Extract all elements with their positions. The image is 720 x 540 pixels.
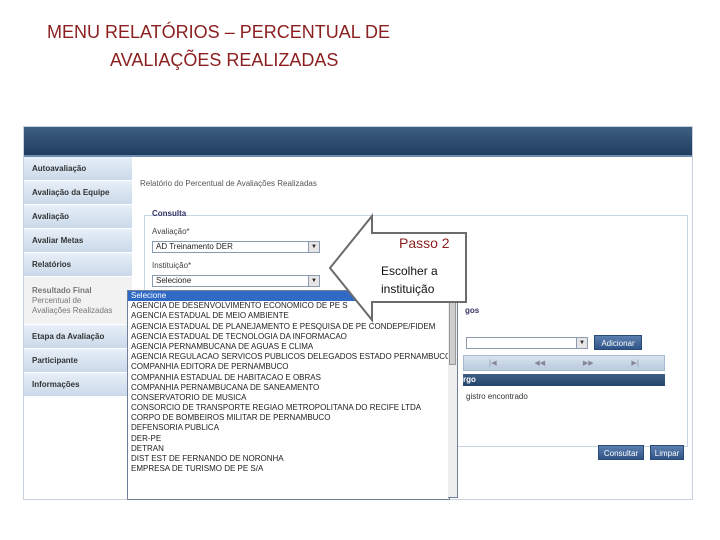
callout-text: Escolher a instituição [381, 264, 438, 296]
callout-title: Passo 2 [399, 235, 450, 251]
callout-arrow-shape [328, 213, 467, 323]
